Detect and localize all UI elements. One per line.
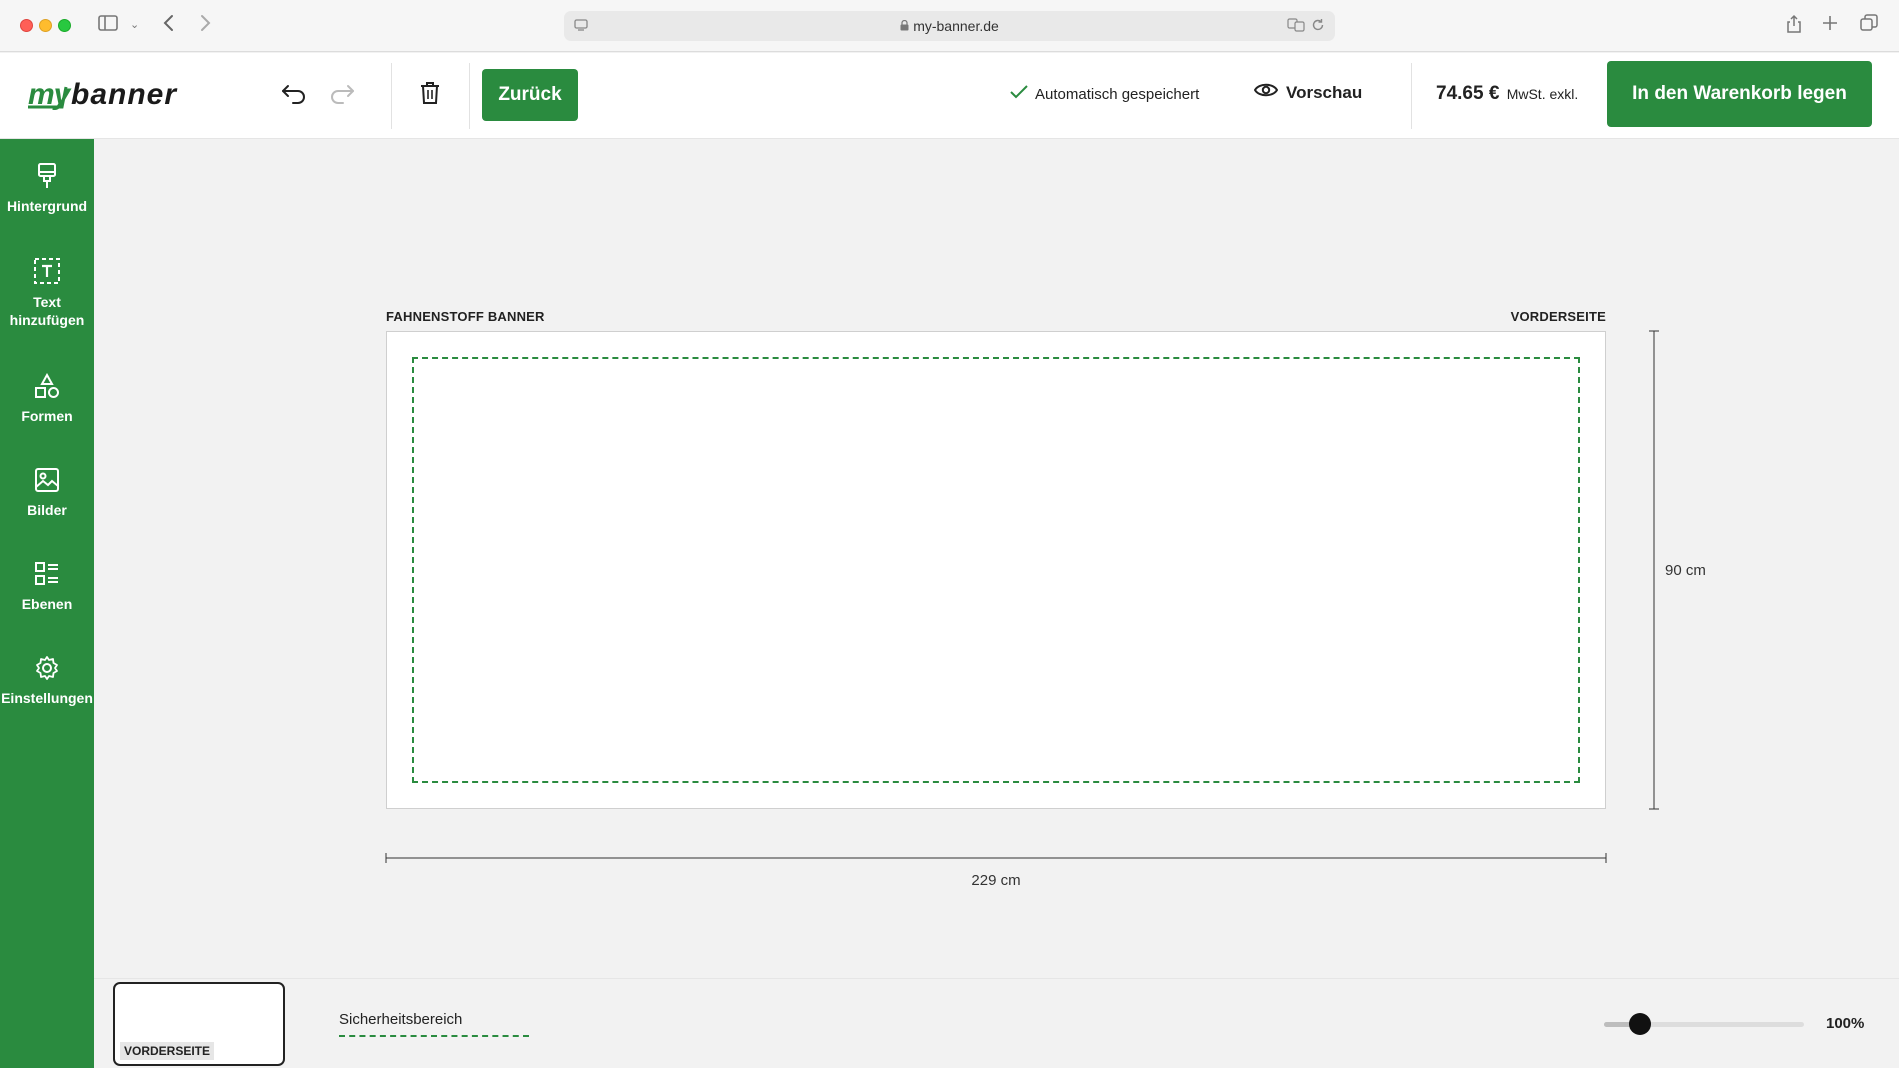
bottom-bar: VORDERSEITE Sicherheitsbereich 100%: [94, 978, 1899, 1068]
sidebar-item-label: Einstellungen: [1, 690, 93, 706]
brush-icon: [0, 163, 94, 189]
price-display: 74.65 € MwSt. exkl.: [1436, 83, 1578, 105]
text-box-icon: [0, 257, 94, 285]
tab-overview-icon[interactable]: [1860, 14, 1878, 37]
sidebar-item-layers[interactable]: Ebenen: [0, 561, 94, 613]
sidebar-item-label: Ebenen: [21, 596, 73, 612]
sidebar-item-shapes[interactable]: Formen: [0, 373, 94, 425]
back-button[interactable]: Zurück: [482, 69, 578, 121]
autosave-status: Automatisch gespeichert: [1010, 85, 1199, 103]
undo-icon: [281, 82, 307, 109]
layers-icon: [0, 561, 94, 587]
price-tax-note: MwSt. exkl.: [1506, 86, 1579, 102]
minimize-window-button[interactable]: [39, 19, 52, 32]
delete-button[interactable]: [412, 77, 448, 113]
autosave-label: Automatisch gespeichert: [1035, 85, 1200, 103]
new-tab-icon[interactable]: [1822, 14, 1838, 36]
close-window-button[interactable]: [20, 19, 33, 32]
header-divider: [391, 63, 392, 129]
zoom-slider-handle[interactable]: [1629, 1013, 1651, 1035]
address-bar[interactable]: my-banner.de: [564, 11, 1335, 41]
redo-button[interactable]: [324, 77, 360, 113]
safety-zone-outline: [412, 357, 1580, 783]
sidebar-toggle-icon[interactable]: [98, 14, 118, 36]
gear-icon: [0, 655, 94, 681]
editor-header: my banner Zurück Automatisch gespeichert…: [0, 53, 1899, 139]
checkmark-icon: [1010, 85, 1028, 103]
browser-toolbar: ⌄ my-banner.de: [0, 0, 1899, 52]
zoom-level: 100%: [1826, 1015, 1865, 1032]
sidebar-item-label: Hintergrund: [6, 198, 88, 214]
safety-area-legend-line: [339, 1035, 529, 1037]
url-text: my-banner.de: [913, 18, 999, 34]
header-divider: [469, 63, 470, 129]
width-label: 229 cm: [971, 872, 1021, 889]
maximize-window-button[interactable]: [58, 19, 71, 32]
sidebar-item-images[interactable]: Bilder: [0, 467, 94, 519]
mybanner-logo[interactable]: my banner: [26, 77, 226, 122]
side-label: VORDERSEITE: [1510, 309, 1606, 324]
eye-icon: [1253, 82, 1279, 103]
preview-label: Vorschau: [1286, 82, 1363, 102]
reload-icon[interactable]: [1311, 18, 1325, 37]
translate-icon[interactable]: [1287, 18, 1305, 37]
trash-icon: [420, 81, 440, 110]
chevron-down-icon[interactable]: ⌄: [130, 14, 139, 36]
shapes-icon: [0, 373, 94, 399]
share-icon[interactable]: [1786, 14, 1802, 39]
height-label: 90 cm: [1665, 562, 1706, 579]
height-dimension-line: [1649, 330, 1659, 810]
sidebar-item-settings[interactable]: Einstellungen: [0, 655, 94, 707]
safety-area-label: Sicherheitsbereich: [339, 1011, 463, 1028]
back-nav-icon[interactable]: [163, 14, 175, 37]
sidebar-item-background[interactable]: Hintergrund: [0, 163, 94, 215]
product-label: FAHNENSTOFF BANNER: [386, 309, 545, 324]
tool-sidebar: Hintergrund Text hinzufügen Formen Bilde…: [0, 139, 94, 1068]
sidebar-item-label: Bilder: [27, 502, 67, 518]
image-icon: [0, 467, 94, 493]
redo-icon: [329, 82, 355, 109]
lock-icon: [900, 19, 909, 34]
sidebar-item-add-text[interactable]: Text hinzufügen: [0, 257, 94, 329]
svg-text:my: my: [28, 78, 72, 111]
banner-canvas[interactable]: [386, 331, 1606, 809]
undo-button[interactable]: [276, 77, 312, 113]
page-thumbnail-front[interactable]: VORDERSEITE: [113, 982, 285, 1066]
add-to-cart-button[interactable]: In den Warenkorb legen: [1607, 61, 1872, 127]
header-divider: [1411, 63, 1412, 129]
svg-text:banner: banner: [71, 78, 178, 111]
zoom-slider[interactable]: [1604, 1013, 1804, 1035]
sidebar-item-label: Text hinzufügen: [9, 294, 85, 328]
preview-button[interactable]: Vorschau: [1253, 82, 1363, 103]
price-value: 74.65 €: [1436, 83, 1500, 104]
thumbnail-label: VORDERSEITE: [120, 1042, 215, 1060]
width-dimension-line: [385, 853, 1607, 863]
forward-nav-icon[interactable]: [199, 14, 211, 37]
sidebar-item-label: Formen: [21, 408, 73, 424]
